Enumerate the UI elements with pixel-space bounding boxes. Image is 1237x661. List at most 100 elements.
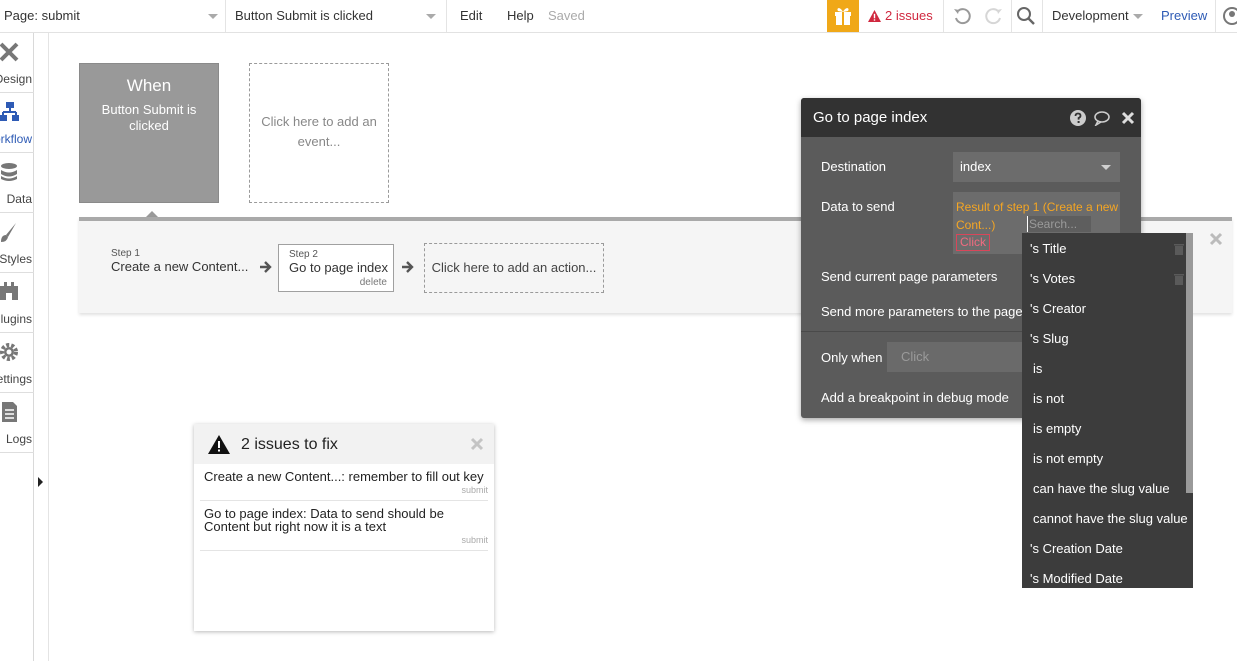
undo-icon[interactable]: [952, 6, 972, 26]
settings-icon: [0, 343, 18, 361]
page-selector[interactable]: Page: submit: [4, 0, 80, 32]
left-sidebar: Design Workflow Data Styles Plugins Sett…: [0, 33, 34, 661]
delete-step-link[interactable]: delete: [360, 277, 387, 288]
expression-option[interactable]: 's Title: [1022, 234, 1187, 264]
sidebar-item-design[interactable]: Design: [0, 33, 34, 93]
expression-option[interactable]: is not empty: [1022, 444, 1187, 474]
expression-option[interactable]: 's Votes: [1022, 264, 1187, 294]
sidebar-expand-icon[interactable]: [38, 477, 43, 487]
help-icon[interactable]: [1070, 110, 1086, 126]
redo-icon[interactable]: [984, 6, 1004, 26]
issues-button[interactable]: 2 issues: [868, 0, 933, 32]
sidebar-item-label: Plugins: [0, 312, 32, 326]
expression-option[interactable]: is not: [1022, 384, 1187, 414]
close-icon[interactable]: [1209, 232, 1223, 246]
sidebar-item-settings[interactable]: Settings: [0, 333, 34, 393]
step-number: Step 2: [289, 249, 318, 260]
workflow-step-2[interactable]: Step 2 Go to page index delete: [278, 244, 394, 292]
step-label: Go to page index: [289, 260, 389, 275]
warning-icon: [208, 435, 230, 454]
sidebar-item-label: Styles: [0, 252, 32, 266]
add-action-button[interactable]: Click here to add an action...: [424, 243, 604, 293]
expression-dropdown: 's Title 's Votes 's Creator 's Slug is …: [1022, 233, 1193, 588]
close-icon[interactable]: [1120, 110, 1136, 126]
sidebar-item-label: Workflow: [0, 132, 32, 146]
design-icon: [0, 42, 19, 62]
version-chevron-icon[interactable]: [1133, 14, 1143, 19]
issue-page-tag: submit: [461, 485, 488, 495]
only-when-label: Only when: [821, 350, 883, 365]
divider: [225, 0, 226, 32]
sidebar-item-label: Logs: [5, 432, 32, 446]
issue-text: Go to page index: Data to send should be…: [204, 506, 444, 534]
click-token[interactable]: Click: [956, 234, 990, 251]
logs-icon: [2, 402, 17, 422]
issue-text: Create a new Content...: remember to fil…: [204, 469, 484, 484]
expression-option[interactable]: 's Slug: [1022, 324, 1187, 354]
expression-option[interactable]: is: [1022, 354, 1187, 384]
edit-menu[interactable]: Edit: [460, 0, 482, 32]
data-icon: [1, 163, 17, 181]
trash-icon[interactable]: [1173, 273, 1185, 285]
expression-option[interactable]: cannot have the slug value: [1022, 504, 1188, 534]
gift-button[interactable]: [827, 0, 859, 32]
warning-icon: [868, 10, 881, 22]
expression-option[interactable]: 's Creation Date: [1022, 534, 1187, 564]
account-icon[interactable]: [1223, 7, 1237, 25]
divider: [446, 0, 447, 32]
add-event-button[interactable]: Click here to add an event...: [249, 63, 389, 203]
send-more-params-label: Send more parameters to the page: [821, 304, 1023, 319]
issues-panel-header: 2 issues to fix: [194, 424, 494, 464]
expression-option[interactable]: is empty: [1022, 414, 1187, 444]
top-toolbar: Page: submit Button Submit is clicked Ed…: [0, 0, 1237, 33]
event-when-label: When: [126, 76, 172, 95]
comment-icon[interactable]: [1094, 110, 1110, 126]
dropdown-scrollbar[interactable]: [1186, 233, 1193, 493]
search-icon[interactable]: [1016, 6, 1036, 26]
arrow-right-icon: [402, 261, 414, 273]
event-card[interactable]: When Button Submit is clicked: [79, 63, 219, 203]
expression-option[interactable]: 's Creator: [1022, 294, 1187, 324]
workflow-step-1[interactable]: Step 1 Create a new Content...: [111, 248, 248, 274]
issues-count: 2 issues: [885, 8, 933, 23]
sidebar-item-plugins[interactable]: Plugins: [0, 273, 34, 333]
preview-link[interactable]: Preview: [1161, 0, 1207, 32]
divider: [1215, 0, 1216, 32]
expression-option[interactable]: 's Modified Date: [1022, 564, 1187, 588]
only-when-input[interactable]: Click: [887, 342, 1037, 372]
step-label: Create a new Content...: [111, 259, 249, 274]
issue-item[interactable]: Create a new Content...: remember to fil…: [200, 464, 488, 501]
close-icon[interactable]: [470, 437, 484, 451]
destination-label: Destination: [821, 159, 887, 174]
sidebar-item-label: Data: [6, 192, 32, 206]
sidebar-item-label: Settings: [0, 372, 32, 386]
sidebar-item-data[interactable]: Data: [0, 153, 34, 213]
sidebar-item-logs[interactable]: Logs: [0, 393, 34, 453]
help-menu[interactable]: Help: [507, 0, 534, 32]
trash-icon[interactable]: [1173, 243, 1185, 255]
issues-panel-title: 2 issues to fix: [241, 436, 338, 453]
page-selector-chevron-icon[interactable]: [208, 14, 218, 19]
sidebar-item-label: Design: [0, 72, 32, 86]
gift-icon: [835, 8, 851, 25]
event-selector[interactable]: Button Submit is clicked: [235, 0, 373, 32]
issue-page-tag: submit: [461, 535, 488, 545]
send-page-params-label: Send current page parameters: [821, 269, 998, 284]
property-editor-title: Go to page index: [813, 109, 928, 126]
expression-option[interactable]: can have the slug value: [1022, 474, 1187, 504]
arrow-right-icon: [260, 261, 272, 273]
expression-search-input[interactable]: Search...: [1027, 216, 1091, 232]
data-to-send-label: Data to send: [821, 199, 895, 214]
divider: [1042, 0, 1043, 32]
workflow-icon: [0, 102, 19, 121]
issue-item[interactable]: Go to page index: Data to send should be…: [200, 501, 488, 551]
event-selector-chevron-icon[interactable]: [426, 14, 436, 19]
saved-status: Saved: [548, 8, 585, 23]
sidebar-item-styles[interactable]: Styles: [0, 213, 34, 273]
sidebar-item-workflow[interactable]: Workflow: [0, 93, 34, 153]
destination-dropdown[interactable]: index: [953, 152, 1120, 182]
breakpoint-label[interactable]: Add a breakpoint in debug mode: [821, 390, 1009, 405]
step-number: Step 1: [111, 248, 140, 259]
issues-panel: 2 issues to fix Create a new Content...:…: [194, 424, 494, 631]
version-selector[interactable]: Development: [1052, 0, 1129, 32]
